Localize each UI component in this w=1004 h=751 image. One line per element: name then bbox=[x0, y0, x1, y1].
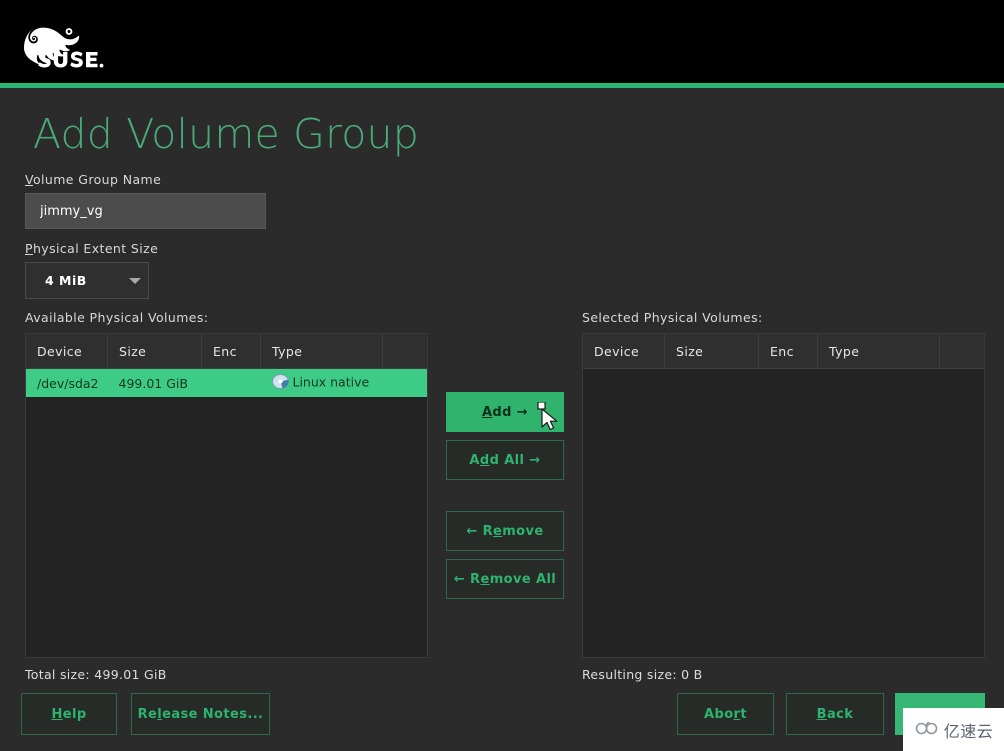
watermark-overlay: 亿速云 bbox=[903, 708, 1004, 751]
remove-all-button-label: ← Remove All bbox=[453, 571, 557, 587]
physical-extent-size-select[interactable]: 4 MiB bbox=[25, 262, 149, 299]
abort-button[interactable]: Abort bbox=[677, 693, 774, 735]
cloud-logo-icon bbox=[914, 718, 940, 742]
help-button-label: Help bbox=[51, 706, 87, 722]
available-volumes-table: Device Size Enc Type /dev/sda2 499.01 Gi… bbox=[26, 334, 427, 397]
column-header-size[interactable]: Size bbox=[664, 334, 759, 369]
app-header bbox=[0, 0, 1004, 83]
resulting-size-label: Resulting size: 0 B bbox=[582, 667, 703, 682]
chevron-down-icon bbox=[122, 277, 148, 284]
disk-icon bbox=[271, 374, 289, 392]
available-table-header: Device Size Enc Type bbox=[26, 334, 427, 369]
remove-all-button[interactable]: ← Remove All bbox=[446, 559, 564, 599]
add-button[interactable]: Add → bbox=[446, 392, 564, 432]
remove-button-label: ← Remove bbox=[466, 523, 544, 539]
available-volumes-panel[interactable]: Device Size Enc Type /dev/sda2 499.01 Gi… bbox=[25, 333, 428, 658]
add-button-label: Add → bbox=[481, 404, 529, 420]
column-header-device[interactable]: Device bbox=[26, 334, 108, 369]
table-row[interactable]: /dev/sda2 499.01 GiB Linux native bbox=[26, 368, 427, 397]
selected-volumes-label: Selected Physical Volumes: bbox=[582, 310, 763, 325]
abort-button-label: Abort bbox=[704, 706, 747, 722]
column-header-device[interactable]: Device bbox=[583, 334, 665, 369]
vg-label-rest: olume Group Name bbox=[32, 172, 162, 187]
column-header-enc[interactable]: Enc bbox=[758, 334, 818, 369]
add-all-button[interactable]: Add All → bbox=[446, 440, 564, 480]
selected-volumes-table: Device Size Enc Type bbox=[583, 334, 984, 369]
column-header-enc[interactable]: Enc bbox=[201, 334, 261, 369]
suse-logo bbox=[20, 17, 128, 69]
available-volumes-label: Available Physical Volumes: bbox=[25, 310, 209, 325]
table-header-row: Device Size Enc Type bbox=[26, 334, 427, 369]
column-header-filler bbox=[382, 334, 427, 369]
cell-enc bbox=[201, 368, 261, 397]
selected-volumes-panel[interactable]: Device Size Enc Type bbox=[582, 333, 985, 658]
column-header-type[interactable]: Type bbox=[260, 334, 383, 369]
release-notes-button[interactable]: Release Notes... bbox=[131, 693, 270, 735]
page-title: Add Volume Group bbox=[33, 110, 419, 158]
volume-group-name-input[interactable] bbox=[25, 193, 266, 229]
cell-type: Linux native bbox=[260, 368, 383, 397]
physical-extent-size-value: 4 MiB bbox=[45, 273, 87, 288]
cell-device: /dev/sda2 bbox=[26, 368, 108, 397]
available-table-body: /dev/sda2 499.01 GiB Linux native bbox=[26, 368, 427, 397]
column-header-type[interactable]: Type bbox=[817, 334, 940, 369]
selected-table-header: Device Size Enc Type bbox=[583, 334, 984, 369]
extent-label-rest: hysical Extent Size bbox=[32, 241, 159, 256]
physical-extent-size-label: Physical Extent Size bbox=[25, 241, 159, 256]
column-header-filler bbox=[939, 334, 984, 369]
table-header-row: Device Size Enc Type bbox=[583, 334, 984, 369]
suse-installer-window: Add Volume Group Volume Group Name Physi… bbox=[0, 0, 1004, 751]
volume-group-name-label: Volume Group Name bbox=[25, 172, 162, 187]
add-all-button-label: Add All → bbox=[469, 452, 541, 468]
total-size-label: Total size: 499.01 GiB bbox=[25, 667, 167, 682]
column-header-size[interactable]: Size bbox=[107, 334, 202, 369]
cell-size: 499.01 GiB bbox=[107, 368, 202, 397]
cell-filler bbox=[382, 368, 427, 397]
release-notes-button-label: Release Notes... bbox=[137, 706, 264, 722]
watermark-text: 亿速云 bbox=[943, 721, 994, 741]
header-accent-rule bbox=[0, 83, 1004, 88]
cell-type-text: Linux native bbox=[292, 374, 370, 390]
back-button[interactable]: Back bbox=[786, 693, 884, 735]
back-button-label: Back bbox=[816, 706, 854, 722]
remove-button[interactable]: ← Remove bbox=[446, 511, 564, 551]
help-button[interactable]: Help bbox=[21, 693, 117, 735]
